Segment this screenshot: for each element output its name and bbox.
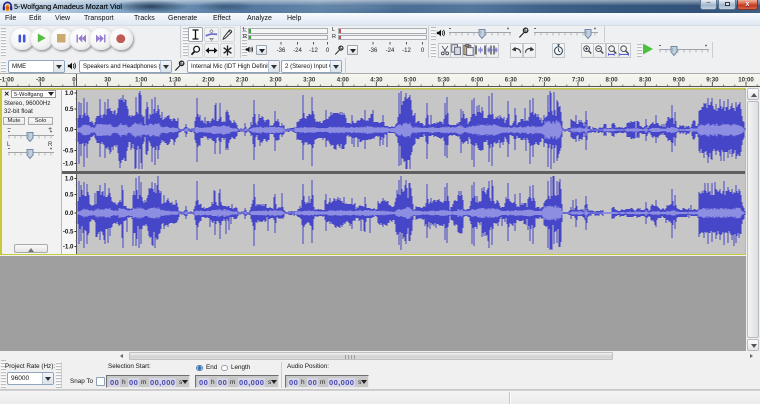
svg-text:0.0: 0.0: [65, 127, 74, 134]
svg-text:-12: -12: [309, 48, 318, 54]
svg-text:8:30: 8:30: [639, 77, 652, 84]
svg-text:1:30: 1:30: [169, 77, 182, 84]
svg-text:8:00: 8:00: [605, 77, 618, 84]
svg-text:6:30: 6:30: [505, 77, 518, 84]
svg-text:-12: -12: [402, 48, 411, 54]
svg-text:1.0: 1.0: [65, 176, 74, 183]
svg-text:0.0: 0.0: [65, 210, 74, 217]
svg-text:2:30: 2:30: [236, 77, 249, 84]
svg-text:6:00: 6:00: [471, 77, 484, 84]
svg-text:7:00: 7:00: [538, 77, 551, 84]
svg-text:-36: -36: [277, 48, 286, 54]
svg-text:-24: -24: [293, 48, 302, 54]
svg-text:0: 0: [326, 48, 330, 54]
svg-text:4:00: 4:00: [337, 77, 350, 84]
svg-text:5:30: 5:30: [437, 77, 450, 84]
svg-text:4:30: 4:30: [370, 77, 383, 84]
svg-text:-30: -30: [36, 77, 45, 84]
svg-text:3:30: 3:30: [303, 77, 316, 84]
svg-text:-36: -36: [369, 48, 378, 54]
svg-text:0: 0: [72, 77, 76, 84]
svg-text:7:30: 7:30: [572, 77, 585, 84]
svg-text:0.5: 0.5: [65, 192, 74, 199]
svg-text:-1.0: -1.0: [63, 244, 74, 251]
svg-text:-1:00: -1:00: [0, 77, 15, 84]
svg-text:-1.0: -1.0: [63, 161, 74, 168]
svg-text:1.0: 1.0: [65, 90, 74, 97]
svg-text:30: 30: [104, 77, 111, 84]
svg-text:3:00: 3:00: [269, 77, 282, 84]
svg-text:-24: -24: [386, 48, 395, 54]
svg-text:1:00: 1:00: [135, 77, 148, 84]
svg-text:0: 0: [421, 48, 425, 54]
svg-text:9:30: 9:30: [706, 77, 719, 84]
svg-text:0.5: 0.5: [65, 106, 74, 113]
svg-text:2:00: 2:00: [202, 77, 215, 84]
svg-text:9:00: 9:00: [673, 77, 686, 84]
svg-text:-0.5: -0.5: [63, 229, 74, 236]
svg-text:-0.5: -0.5: [63, 148, 74, 155]
svg-text:5:00: 5:00: [404, 77, 417, 84]
svg-text:10:00: 10:00: [738, 77, 754, 84]
